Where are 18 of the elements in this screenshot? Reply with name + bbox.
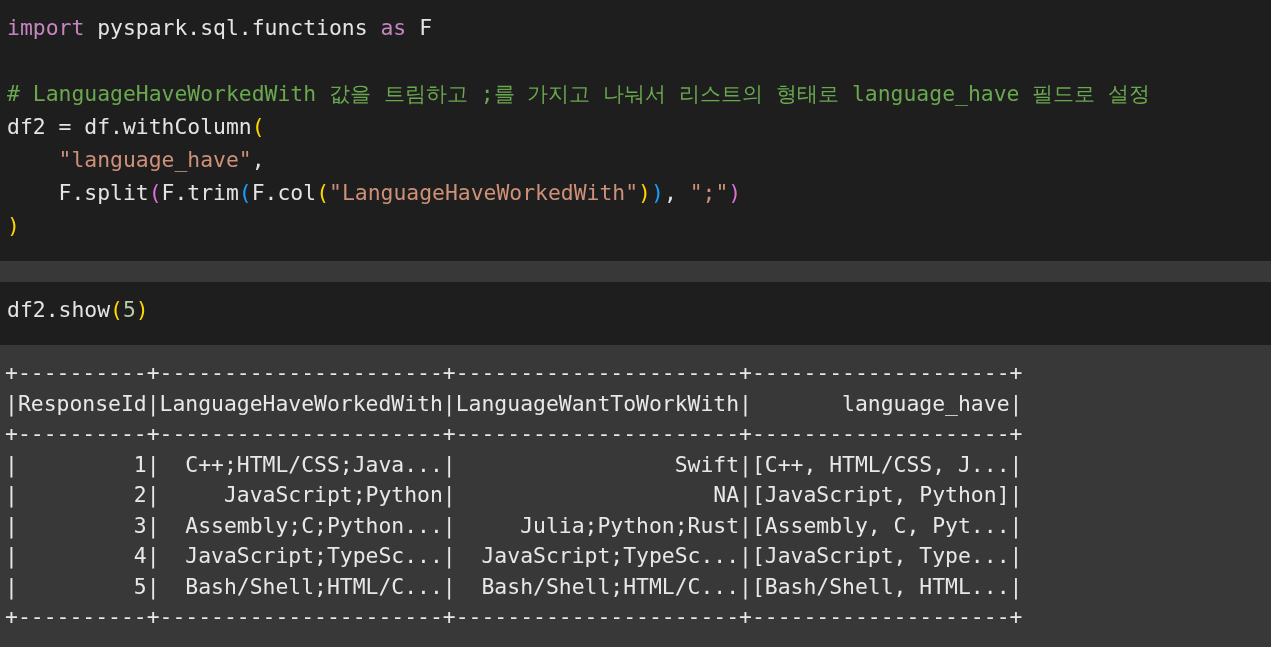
output-line: | 3| Assembly;C;Python...| Julia;Python;Rust|[Assembly, C, Pyt...| — [5, 511, 1023, 541]
output-line: | 2| JavaScript;Python| NA|[JavaScript, Python]| — [5, 481, 1023, 510]
code-line: "language_have", — [57, 146, 265, 174]
code-line: df2.show(5) — [7, 296, 149, 324]
output-line: +----------+----------------------+----------------------+--------------------+ — [5, 359, 1023, 387]
output-line: | 5| Bash/Shell;HTML/C...| Bash/Shell;HTML/C...|[Bash/Shell, HTML...| — [5, 572, 1023, 602]
output-line: | 1| C++;HTML/CSS;Java...| Swift|[C++, HTML/CSS, J...| — [5, 450, 1023, 480]
code-comment: # LanguageHaveWorkedWith 값을 트림하고 ;를 가지고 나눠서 리스트의 형태로 language_have 필드로 설정 — [7, 80, 1151, 108]
code-line: ) — [7, 212, 20, 240]
code-line: F.split(F.trim(F.col("LanguageHaveWorkedWith")), ";") — [57, 179, 742, 207]
output-line: +----------+----------------------+----------------------+--------------------+ — [5, 420, 1023, 448]
code-line: import pyspark.sql.functions as F — [7, 14, 432, 42]
output-line: |ResponseId|LanguageHaveWorkedWith|LanguageWantToWorkWith| language_have| — [5, 389, 1023, 419]
output-line: | 4| JavaScript;TypeSc...| JavaScript;TypeSc...|[JavaScript, Type...| — [5, 542, 1023, 571]
code-cell[interactable] — [0, 0, 1271, 261]
code-cell[interactable]: df2.show(5) — [0, 282, 1271, 345]
code-line: df2 = df.withColumn( — [7, 113, 265, 141]
output-line: +----------+----------------------+----------------------+--------------------+ — [5, 603, 1023, 631]
